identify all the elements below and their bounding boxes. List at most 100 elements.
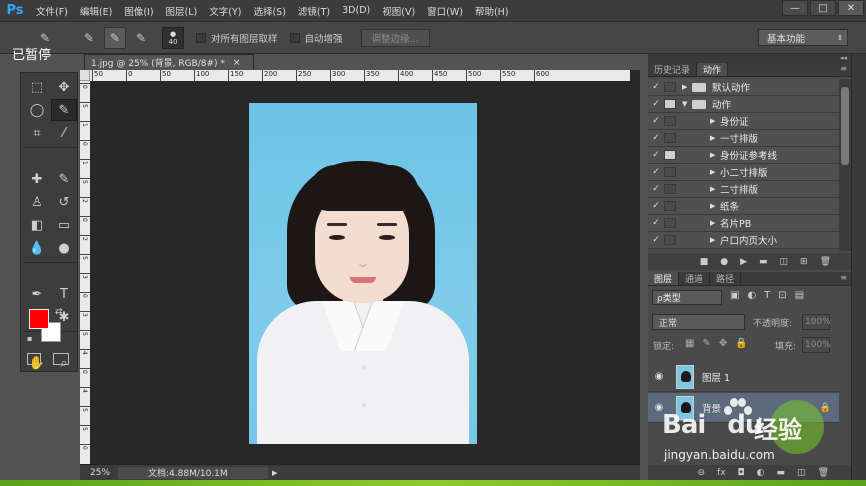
minimize-button[interactable]: — (782, 0, 808, 16)
foreground-color-swatch[interactable] (29, 309, 49, 329)
lock-pixels-icon[interactable]: ✎ (702, 338, 710, 349)
toggle-item-check-icon[interactable]: ✓ (648, 133, 664, 143)
healing-brush-tool-icon[interactable]: ✚ (24, 168, 50, 190)
action-row[interactable]: ✓ ▶ 一寸排版 (648, 130, 839, 147)
document-tab[interactable]: 1.jpg @ 25% (背景, RGB/8#) * × (84, 54, 254, 70)
new-set-icon[interactable]: ▬ (759, 257, 768, 267)
menu-layer[interactable]: 图层(L) (160, 4, 204, 18)
new-action-icon[interactable]: ◫ (780, 257, 789, 267)
dodge-tool-icon[interactable]: ● (51, 237, 77, 259)
eraser-tool-icon[interactable]: ◧ (24, 214, 50, 236)
smart-object-filter-icon[interactable]: ▤ (795, 290, 804, 301)
play-icon[interactable]: ▶ (740, 257, 747, 267)
action-row[interactable]: ✓ ▶ 默认动作 (648, 79, 839, 96)
visibility-eye-icon[interactable]: ◉ (648, 402, 670, 413)
collapsed-triangle-icon[interactable]: ▶ (710, 134, 720, 142)
lock-position-icon[interactable]: ✥ (719, 338, 727, 349)
close-button[interactable]: ✕ (838, 0, 864, 16)
menu-filter[interactable]: 滤镜(T) (292, 4, 336, 18)
vertical-ruler[interactable]: 05101520253035404550 (80, 81, 90, 464)
adjustment-filter-icon[interactable]: ◐ (747, 290, 756, 301)
opacity-input[interactable]: 100% (802, 314, 831, 330)
zoom-level[interactable]: 25% (80, 468, 118, 478)
auto-enhance-checkbox[interactable]: 自动增强 (289, 31, 343, 45)
menu-select[interactable]: 选择(S) (247, 4, 291, 18)
menu-edit[interactable]: 编辑(E) (74, 4, 118, 18)
record-icon[interactable]: ● (720, 257, 728, 267)
trash-icon[interactable]: 🗑 (820, 257, 831, 267)
toggle-dialog-icon[interactable] (664, 201, 676, 211)
toggle-item-check-icon[interactable]: ✓ (648, 235, 664, 245)
blur-tool-icon[interactable]: 💧 (24, 237, 50, 259)
eyedropper-tool-icon[interactable]: ⁄ (51, 122, 77, 144)
action-row[interactable]: ✓ ▶ 二寸排版 (648, 181, 839, 198)
ruler-origin[interactable] (80, 70, 90, 81)
collapsed-triangle-icon[interactable]: ▶ (682, 83, 692, 91)
type-tool-icon[interactable]: T (51, 283, 77, 305)
action-row[interactable]: ✓ ▶ 身份证参考线 (648, 147, 839, 164)
new-selection-brush-icon[interactable]: ✎ (78, 27, 100, 49)
collapsed-triangle-icon[interactable]: ▶ (710, 151, 720, 159)
tab-actions[interactable]: 动作 (697, 63, 729, 76)
expanded-triangle-icon[interactable]: ▼ (682, 100, 692, 108)
toggle-dialog-icon[interactable] (664, 218, 676, 228)
pen-tool-icon[interactable]: ✒ (24, 283, 50, 305)
toggle-dialog-icon[interactable] (664, 133, 676, 143)
menu-type[interactable]: 文字(Y) (203, 4, 247, 18)
menu-view[interactable]: 视图(V) (376, 4, 421, 18)
subtract-selection-brush-icon[interactable]: ✎ (130, 27, 152, 49)
toggle-item-check-icon[interactable]: ✓ (648, 201, 664, 211)
visibility-eye-icon[interactable]: ◉ (648, 371, 670, 382)
toggle-dialog-icon[interactable] (664, 184, 676, 194)
new-layer-icon[interactable]: ◫ (797, 468, 806, 478)
action-row[interactable]: ✓ ▶ 身份证 (648, 113, 839, 130)
action-row[interactable]: ✓ ▶ 户口内页大小 (648, 232, 839, 249)
history-brush-tool-icon[interactable]: ↺ (51, 191, 77, 213)
menu-3d[interactable]: 3D(D) (336, 5, 376, 16)
toggle-item-check-icon[interactable]: ✓ (648, 99, 664, 109)
shape-filter-icon[interactable]: ⊡ (778, 290, 786, 301)
link-layers-icon[interactable]: ⊖ (698, 468, 706, 478)
panel-menu-icon[interactable]: ≡ (840, 64, 847, 73)
menu-help[interactable]: 帮助(H) (469, 4, 515, 18)
lock-all-icon[interactable]: 🔒 (735, 338, 747, 349)
collapsed-triangle-icon[interactable]: ▶ (710, 219, 720, 227)
horizontal-ruler[interactable]: 50 0 50 100 150 200 250 300 350 400 450 500 550 600 (90, 70, 630, 81)
tab-history[interactable]: 历史记录 (648, 63, 698, 76)
menu-window[interactable]: 窗口(W) (421, 4, 469, 18)
adjustment-layer-icon[interactable]: ◐ (757, 468, 765, 478)
refine-edge-button[interactable]: 调整边缘... (360, 28, 430, 47)
action-row[interactable]: ✓ ▶ 名片PB (648, 215, 839, 232)
marquee-tool-icon[interactable]: ⬚ (24, 76, 50, 98)
crop-tool-icon[interactable]: ⌗ (24, 122, 50, 144)
clone-stamp-tool-icon[interactable]: ♙ (24, 191, 50, 213)
blend-mode-select[interactable]: 正常 (652, 314, 745, 330)
scrollbar-thumb[interactable] (841, 87, 849, 165)
fill-input[interactable]: 100% (802, 337, 831, 353)
lasso-tool-icon[interactable]: ◯ (24, 99, 50, 121)
maximize-button[interactable]: □ (810, 0, 836, 16)
pixel-filter-icon[interactable]: ▣ (730, 290, 739, 301)
brush-tool-icon[interactable]: ✎ (51, 168, 77, 190)
toggle-item-check-icon[interactable]: ✓ (648, 218, 664, 228)
layer-row[interactable]: ◉ 图层 1 (648, 362, 839, 392)
toggle-item-check-icon[interactable]: ✓ (648, 184, 664, 194)
toggle-dialog-icon[interactable] (664, 116, 676, 126)
collapsed-triangle-icon[interactable]: ▶ (710, 117, 720, 125)
tab-layers[interactable]: 图层 (648, 272, 680, 285)
panel-menu-icon[interactable]: ≡ (840, 273, 847, 282)
action-row[interactable]: ✓ ▶ 纸条 (648, 198, 839, 215)
menu-file[interactable]: 文件(F) (30, 4, 74, 18)
close-tab-icon[interactable]: × (233, 58, 241, 68)
stop-icon[interactable]: ■ (700, 257, 709, 267)
tab-paths[interactable]: 路径 (710, 272, 742, 285)
workspace-select[interactable]: 基本功能 ⇕ (758, 29, 848, 46)
toggle-item-check-icon[interactable]: ✓ (648, 82, 664, 92)
status-menu-arrow-icon[interactable]: ▶ (272, 469, 277, 477)
move-tool-icon[interactable]: ✥ (51, 76, 77, 98)
duplicate-icon[interactable]: ⊞ (800, 257, 808, 267)
brush-size-picker[interactable]: ● 40 (162, 26, 184, 49)
collapsed-triangle-icon[interactable]: ▶ (710, 202, 720, 210)
action-row[interactable]: ✓ ▶ 小二寸排版 (648, 164, 839, 181)
toggle-dialog-icon[interactable] (664, 99, 676, 109)
